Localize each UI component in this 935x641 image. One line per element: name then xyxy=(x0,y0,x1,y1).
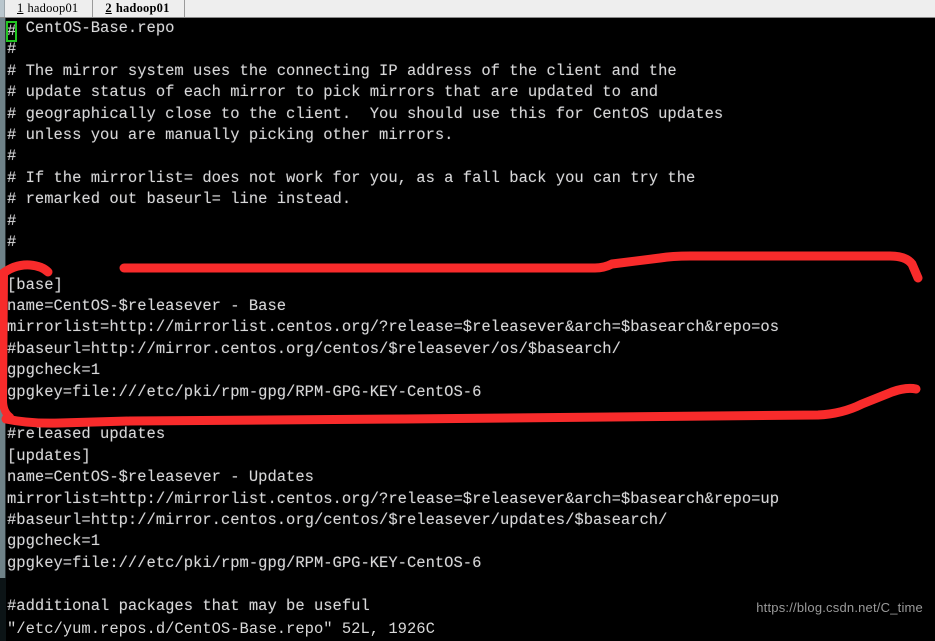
tab-1-label: hadoop01 xyxy=(27,1,79,15)
vim-status-line: "/etc/yum.repos.d/CentOS-Base.repo" 52L,… xyxy=(7,620,435,638)
buffer-line: #baseurl=http://mirror.centos.org/centos… xyxy=(7,339,621,358)
buffer-line: name=CentOS-$releasever - Base xyxy=(7,297,287,316)
terminal-scrollbar-thumb[interactable] xyxy=(0,18,6,578)
tab-bar-empty-area xyxy=(184,0,935,17)
buffer-line xyxy=(7,403,935,424)
buffer-line: # If the mirrorlist= does not work for y… xyxy=(7,168,696,187)
vim-cursor: # xyxy=(5,21,18,42)
buffer-line: #baseurl=http://mirror.centos.org/centos… xyxy=(7,510,668,529)
buffer-line: # xyxy=(7,211,17,230)
terminal-screen[interactable]: # CentOS-Base.repo # # The mirror system… xyxy=(0,18,935,641)
buffer-line: # xyxy=(7,232,17,251)
buffer-line: #released updates xyxy=(7,425,166,444)
buffer-line: #additional packages that may be useful xyxy=(7,596,370,615)
tab-1-index: 1 xyxy=(17,1,24,15)
buffer-line-text: CentOS-Base.repo xyxy=(16,19,175,37)
buffer-line: name=CentOS-$releasever - Updates xyxy=(7,468,314,487)
buffer-line: # The mirror system uses the connecting … xyxy=(7,61,677,80)
vim-buffer[interactable]: # CentOS-Base.repo # # The mirror system… xyxy=(5,18,935,641)
buffer-line: mirrorlist=http://mirrorlist.centos.org/… xyxy=(7,318,780,337)
terminal-window: 1 hadoop01 2 hadoop01 # CentOS-Base.repo… xyxy=(0,0,935,641)
tab-session-2[interactable]: 2 hadoop01 xyxy=(93,0,185,17)
tab-session-1[interactable]: 1 hadoop01 xyxy=(5,0,94,17)
buffer-line: # CentOS-Base.repo xyxy=(5,18,935,42)
buffer-line: # remarked out baseurl= line instead. xyxy=(7,190,352,209)
buffer-line: # xyxy=(7,40,17,59)
buffer-line xyxy=(7,253,935,274)
tab-bar: 1 hadoop01 2 hadoop01 xyxy=(0,0,935,18)
buffer-line: gpgcheck=1 xyxy=(7,532,101,551)
tab-2-label: hadoop01 xyxy=(115,1,170,15)
buffer-line: [base] xyxy=(7,275,63,294)
buffer-line: # xyxy=(7,147,17,166)
buffer-line: [updates] xyxy=(7,446,91,465)
buffer-line: gpgcheck=1 xyxy=(7,361,101,380)
buffer-line: # update status of each mirror to pick m… xyxy=(7,83,659,102)
buffer-line: mirrorlist=http://mirrorlist.centos.org/… xyxy=(7,489,780,508)
terminal-scrollbar[interactable] xyxy=(0,18,6,641)
buffer-line: gpgkey=file:///etc/pki/rpm-gpg/RPM-GPG-K… xyxy=(7,382,482,401)
buffer-line: # geographically close to the client. Yo… xyxy=(7,104,724,123)
buffer-line: gpgkey=file:///etc/pki/rpm-gpg/RPM-GPG-K… xyxy=(7,553,482,572)
buffer-line: # unless you are manually picking other … xyxy=(7,125,454,144)
tab-2-index: 2 xyxy=(105,1,112,15)
buffer-line xyxy=(7,574,935,595)
